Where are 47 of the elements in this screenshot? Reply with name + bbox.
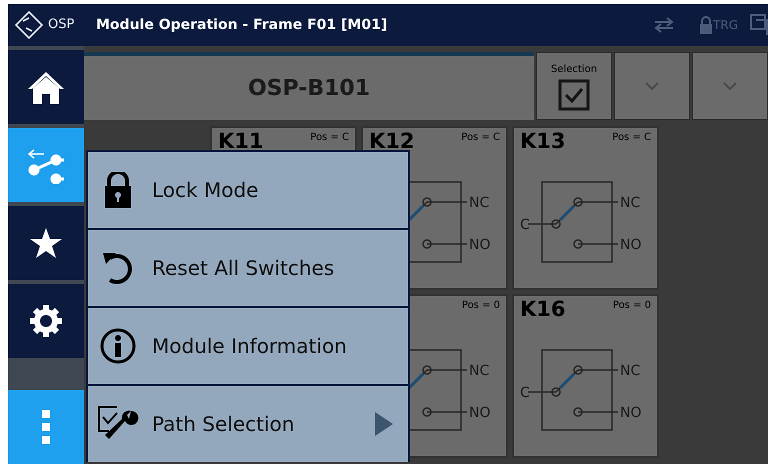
more-menu-icon: [41, 409, 51, 445]
position-label: Pos = C: [612, 131, 651, 145]
menu-item[interactable]: Lock Mode: [88, 152, 408, 228]
sidebar-button[interactable]: [8, 206, 84, 280]
menu-item[interactable]: Path Selection: [88, 386, 408, 462]
common-label: C: [520, 385, 530, 401]
lock-icon: [103, 172, 133, 208]
star-icon: [29, 227, 63, 259]
nc-label: NC: [620, 195, 640, 211]
window-title: Module Operation - Frame F01 [M01]: [95, 16, 388, 34]
menu-item[interactable]: Reset All Switches: [88, 230, 408, 306]
toolbar-button[interactable]: [614, 52, 690, 120]
switch-title: K11: [218, 130, 264, 154]
logo-icon: [14, 10, 44, 40]
module-title: OSP-B101: [248, 74, 370, 102]
chevron-icon: [644, 81, 660, 91]
common-label: C: [520, 217, 530, 233]
position-label: Pos = 0: [462, 299, 500, 313]
no-label: NO: [469, 237, 490, 253]
trigger-label: TRG: [713, 17, 738, 34]
sidebar-button[interactable]: [8, 284, 84, 358]
switch-title: K13: [520, 130, 566, 154]
nc-label: NC: [620, 363, 640, 379]
no-label: NO: [620, 405, 642, 421]
logo-text: OSP: [48, 16, 74, 34]
toolbar-button[interactable]: [692, 52, 768, 120]
checkbox[interactable]: [558, 78, 590, 110]
chevron-icon: [722, 81, 738, 91]
nc-label: NC: [469, 195, 490, 211]
settings-icon: [28, 303, 64, 339]
position-label: Pos = C: [310, 131, 349, 145]
position-label: Pos = C: [461, 131, 500, 145]
switch-title: K16: [520, 298, 566, 322]
lock-icon: [699, 16, 714, 34]
reset-icon: [102, 250, 134, 286]
copy-icon[interactable]: [750, 14, 768, 36]
no-label: NO: [469, 405, 490, 421]
sidebar-button[interactable]: [8, 50, 84, 124]
no-label: NO: [620, 237, 642, 253]
nc-label: NC: [469, 363, 490, 379]
position-label: Pos = 0: [612, 299, 651, 313]
home-icon: [27, 69, 65, 105]
selection-toggle[interactable]: Selection: [536, 52, 612, 120]
menu-item[interactable]: Module Information: [88, 308, 408, 384]
switch-title: K12: [369, 130, 414, 154]
swap-arrows-icon[interactable]: [653, 16, 676, 34]
info-icon: [99, 327, 137, 365]
